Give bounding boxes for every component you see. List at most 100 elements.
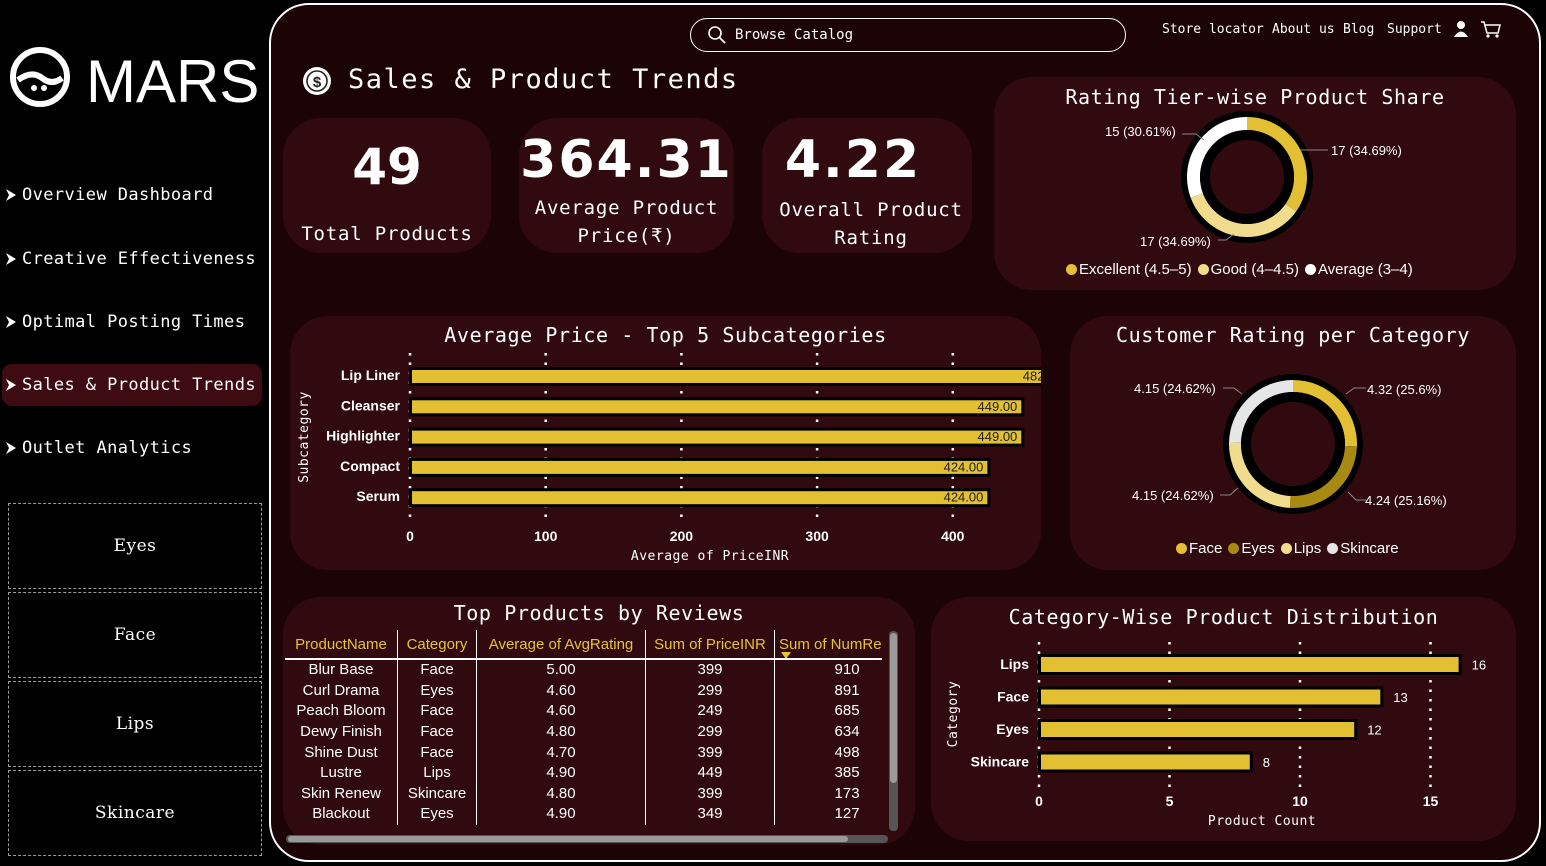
y-axis-title: Category: [946, 681, 961, 748]
bar[interactable]: [1041, 657, 1459, 672]
category-label: Lips: [1000, 656, 1029, 672]
cart-icon[interactable]: [1480, 20, 1502, 39]
table-cell: 4.90: [476, 762, 646, 784]
x-axis-title: Product Count: [1208, 814, 1316, 829]
vertical-scrollbar[interactable]: [889, 631, 898, 831]
nav-overview-dashboard[interactable]: Overview Dashboard: [2, 175, 262, 215]
nav-optimal-posting-times[interactable]: Optimal Posting Times: [2, 302, 262, 342]
search-icon: [708, 26, 726, 44]
table-row[interactable]: Dewy Finish Face 4.80 299 634: [285, 721, 882, 743]
legend-label: Face: [1189, 540, 1223, 557]
chevron-right-icon: [6, 253, 16, 265]
table-cell: 891: [834, 681, 860, 699]
chevron-right-icon: [6, 189, 16, 201]
bar[interactable]: [412, 430, 1022, 444]
top-products-table: ProductName Category Average of AvgRatin…: [285, 630, 890, 835]
nav-sales-product-trends[interactable]: Sales & Product Trends: [2, 364, 262, 406]
filter-face-button[interactable]: Face: [8, 592, 262, 678]
data-label: 424.00: [944, 459, 984, 474]
x-tick-label: 10: [1292, 793, 1308, 809]
customer-rating-legend: Face Eyes Lips Skincare: [1176, 540, 1405, 557]
table-cell: Blackout: [285, 804, 398, 825]
column-header[interactable]: Category: [397, 630, 477, 660]
bar[interactable]: [1041, 754, 1250, 770]
table-cell: 4.80: [476, 721, 646, 743]
legend-dot: [1228, 543, 1240, 554]
filter-eyes-button[interactable]: Eyes: [8, 503, 262, 589]
x-tick-label: 0: [1035, 793, 1043, 809]
filter-lips-button[interactable]: Lips: [8, 681, 262, 767]
table-cell: 498: [834, 743, 860, 761]
category-label: Highlighter: [326, 428, 400, 444]
horizontal-scrollbar[interactable]: [286, 835, 888, 843]
chevron-right-icon: [6, 442, 16, 454]
table-cell: Peach Bloom: [285, 701, 398, 722]
table-cell: Dewy Finish: [285, 721, 398, 743]
bar[interactable]: [412, 460, 988, 474]
link-store-locator[interactable]: Store locator: [1162, 22, 1264, 37]
filter-label: Face: [113, 625, 157, 645]
column-header[interactable]: Sum of NumRe: [774, 630, 882, 660]
table-cell: 399: [645, 659, 775, 681]
slice-label: 4.15 (24.62%): [1134, 381, 1216, 396]
table-cell: 173: [834, 784, 860, 802]
link-blog[interactable]: Blog: [1343, 22, 1374, 37]
legend-label: Good (4–4.5): [1210, 261, 1299, 278]
table-row[interactable]: Shine Dust Face 4.70 399 498: [285, 742, 882, 763]
link-about-us[interactable]: About us: [1272, 22, 1335, 37]
dollar-coin-icon: $: [303, 67, 331, 95]
x-axis-title: Average of PriceINR: [631, 549, 789, 564]
bar[interactable]: [1041, 689, 1381, 705]
x-tick-label: 0: [406, 528, 414, 544]
column-header[interactable]: Average of AvgRating: [476, 630, 646, 660]
kpi-label: Price(₹): [577, 225, 676, 247]
x-tick-label: 200: [670, 528, 694, 544]
table-cell: 4.60: [476, 701, 646, 722]
link-support[interactable]: Support: [1387, 22, 1442, 37]
table-row[interactable]: Blackout Eyes 4.90 349 127: [285, 804, 882, 825]
nav-outlet-analytics[interactable]: Outlet Analytics: [2, 428, 262, 468]
table-row[interactable]: Blur Base Face 5.00 399 910: [285, 659, 882, 681]
nav-creative-effectiveness[interactable]: Creative Effectiveness: [2, 239, 262, 279]
chart-title: Rating Tier-wise Product Share: [1065, 85, 1445, 109]
svg-text:$: $: [313, 74, 322, 91]
table-cell: 299: [645, 680, 775, 702]
search-input[interactable]: Browse Catalog: [690, 18, 1126, 52]
column-header[interactable]: Sum of PriceINR: [645, 630, 775, 660]
table-cell: 349: [645, 804, 775, 825]
legend-label: Skincare: [1340, 540, 1399, 557]
table-cell: 249: [645, 701, 775, 722]
bar[interactable]: [1041, 722, 1355, 737]
bar[interactable]: [412, 400, 1022, 414]
table-cell: 399: [645, 783, 775, 805]
legend-label: Lips: [1293, 540, 1322, 557]
data-label: 12: [1367, 723, 1381, 738]
chart-title: Customer Rating per Category: [1116, 323, 1470, 347]
kpi-label: Average Product: [534, 197, 719, 219]
filter-skincare-button[interactable]: Skincare: [8, 770, 262, 856]
user-icon[interactable]: [1453, 20, 1469, 38]
kpi-label: Rating: [834, 227, 908, 249]
table-cell: 4.60: [476, 680, 646, 702]
table-body: Blur Base Face 5.00 399 910 Curl Drama Eyes 4.6…: [285, 659, 882, 825]
legend-dot: [1066, 264, 1077, 275]
table-cell: Lips: [397, 762, 477, 784]
bar[interactable]: [412, 491, 988, 505]
table-row[interactable]: Curl Drama Eyes 4.60 299 891: [285, 680, 882, 702]
legend-label: Eyes: [1241, 540, 1275, 557]
table-row[interactable]: Skin Renew Skincare 4.80 399 173: [285, 783, 882, 805]
column-header[interactable]: ProductName: [285, 630, 398, 660]
table-cell: Face: [397, 701, 477, 722]
filter-label: Eyes: [113, 536, 157, 556]
scrollbar-thumb[interactable]: [890, 633, 897, 783]
table-row[interactable]: Peach Bloom Face 4.60 249 685: [285, 701, 882, 722]
mars-logo: MARS: [8, 44, 263, 115]
bar[interactable]: [412, 370, 1041, 383]
x-tick-label: 300: [805, 528, 829, 544]
x-tick-label: 5: [1166, 793, 1174, 809]
table-row[interactable]: Lustre Lips 4.90 449 385: [285, 762, 882, 784]
y-axis-title: Subcategory: [297, 391, 312, 483]
nav-label: Overview Dashboard: [22, 185, 214, 205]
scrollbar-thumb[interactable]: [288, 836, 848, 842]
data-label: 482.33: [1023, 369, 1041, 384]
